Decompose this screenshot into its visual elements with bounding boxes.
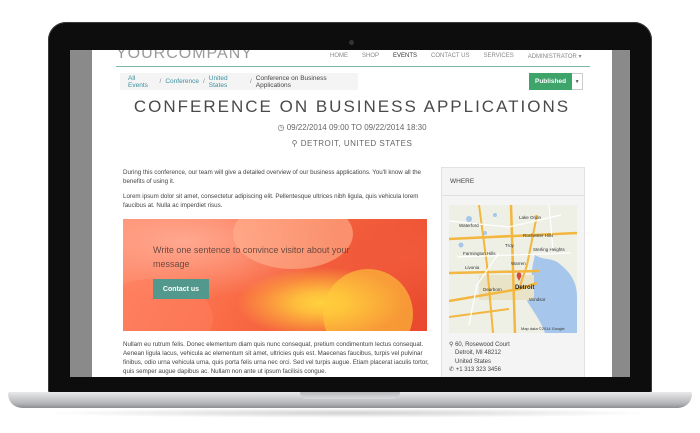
map-label-sterling-heights: Sterling Heights [533,247,566,252]
event-dates-text: 09/22/2014 09:00 TO 09/22/2014 18:30 [286,123,427,132]
map-label-detroit: Detroit [515,285,534,291]
top-nav: YOURCOMPANY HOME SHOP EVENTS CONTACT US … [92,50,612,67]
hero-banner: Write one sentence to convince visitor a… [123,219,427,331]
map-label-windsor: Windsor [529,297,546,302]
map-label-warren: Warren [511,261,526,266]
map-label-lake-orion: Lake Orion [519,215,542,220]
breadcrumb-conference[interactable]: Conference [165,78,199,85]
map-graphic: Waterford Lake Orion Rochester Hills Tro… [449,205,577,333]
main-menu: HOME SHOP EVENTS CONTACT US SERVICES ADM… [330,53,582,60]
sidebar-divider [442,195,584,196]
published-button[interactable]: Published [529,73,573,90]
map-attribution: Map data ©2014 Google [521,326,565,331]
chevron-down-icon[interactable]: ▼ [572,73,584,90]
address-line-3: United States [455,358,492,365]
contact-us-button[interactable]: Contact us [153,279,209,299]
nav-shop[interactable]: SHOP [362,53,379,60]
where-heading: WHERE [450,178,475,185]
laptop-screen: YOURCOMPANY HOME SHOP EVENTS CONTACT US … [70,50,630,377]
breadcrumb-separator: / [159,78,162,85]
where-sidebar: WHERE Waterford Lake Orion Rochester Hil… [441,167,585,377]
nav-events[interactable]: EVENTS [393,53,417,60]
address-block: ⚲ 60, Rosewood Court Detroit, MI 48212 U… [449,341,510,375]
event-location-text: DETROIT, UNITED STATES [300,139,413,148]
lorem-paragraph: Lorem ipsum dolor sit amet, consectetur … [123,193,419,209]
map-label-troy: Troy [505,243,515,248]
map-label-waterford: Waterford [459,223,479,228]
laptop-shadow [40,408,660,418]
laptop-notch [300,392,400,399]
intro-paragraph: During this conference, our team will gi… [123,169,422,185]
breadcrumb: All Events / Conference / United States … [120,73,358,90]
nav-divider [116,66,590,67]
location-map[interactable]: Waterford Lake Orion Rochester Hills Tro… [449,205,577,333]
map-marker-icon: ⚲ [291,139,298,148]
event-dates: ◷ 09/22/2014 09:00 TO 09/22/2014 18:30 [92,123,612,132]
company-logo[interactable]: YOURCOMPANY [116,50,253,63]
map-label-rochester-hills: Rochester Hills [523,233,554,238]
hero-message: Write one sentence to convince visitor a… [153,245,350,269]
breadcrumb-separator: / [249,78,252,85]
clock-icon: ◷ [277,123,285,132]
nav-services[interactable]: SERVICES [483,53,513,60]
address-line-1: 60, Rosewood Court [455,342,510,348]
nav-contact-us[interactable]: CONTACT US [431,53,469,60]
address-line-2: Detroit, MI 48212 [455,350,502,357]
breadcrumb-all-events[interactable]: All Events [128,75,156,89]
body-paragraph: Nullam eu rutrum felis. Donec elementum … [123,341,429,375]
nav-home[interactable]: HOME [330,53,348,60]
phone-icon: ✆ [449,367,455,374]
breadcrumb-separator: / [202,78,205,85]
event-location: ⚲ DETROIT, UNITED STATES [92,139,612,148]
breadcrumb-united-states[interactable]: United States [209,75,246,89]
map-label-farmington-hills: Farmington Hills [463,251,496,256]
breadcrumb-current: Conference on Business Applications [255,74,327,89]
publish-toggle: Published ▼ [529,73,584,90]
address-phone[interactable]: +1 313 323 3456 [456,367,501,373]
flower-center [323,269,413,331]
map-label-dearborn: Dearborn [483,287,502,292]
nav-administrator[interactable]: ADMINISTRATOR ▾ [528,53,582,60]
web-page: YOURCOMPANY HOME SHOP EVENTS CONTACT US … [92,50,612,377]
map-marker-icon: ⚲ [449,342,454,348]
event-title: CONFERENCE ON BUSINESS APPLICATIONS [133,97,571,116]
webcam [349,40,354,45]
map-label-livonia: Livonia [465,265,480,270]
